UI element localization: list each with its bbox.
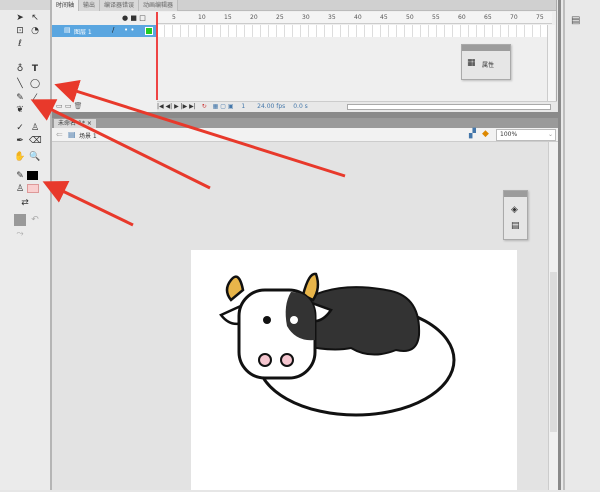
red-arrow xyxy=(30,99,211,190)
red-arrow xyxy=(54,79,346,178)
red-arrow xyxy=(42,181,134,227)
annotation-arrows xyxy=(30,79,346,227)
